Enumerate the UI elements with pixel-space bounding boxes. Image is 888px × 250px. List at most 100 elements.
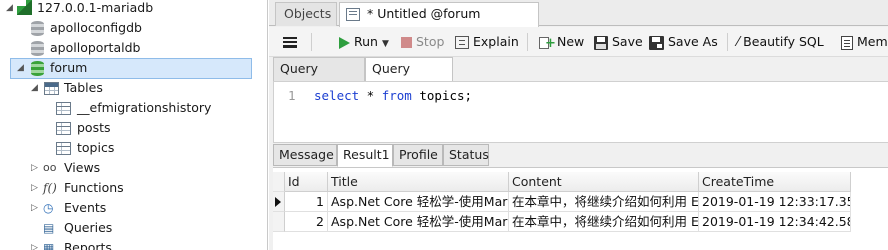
column-header-label: Id (288, 174, 300, 189)
current-row-arrow-icon (275, 197, 281, 207)
tab-message[interactable]: Message (273, 144, 337, 166)
tree-db-forum[interactable]: ◢ forum (0, 58, 267, 78)
table-label: posts (77, 120, 111, 135)
tree-table-topics[interactable]: topics (0, 138, 267, 158)
queries-icon: ▤ (43, 221, 55, 235)
expand-arrow-icon[interactable]: ▷ (31, 244, 39, 250)
save-as-button[interactable]: Save As (649, 32, 718, 52)
sql-star: * (359, 88, 382, 103)
save-label: Save (612, 34, 643, 49)
query-pane: Objects * Untitled @forum (127.0.0... Ru… (269, 0, 888, 250)
tree-db-apolloportaldb[interactable]: apolloportaldb (0, 38, 267, 58)
memo-button[interactable]: Mem (841, 32, 888, 52)
editor-mode-tabs: Query Builder Query Editor (273, 57, 888, 98)
sql-code-line[interactable]: select * from topics; (314, 88, 472, 103)
events-clock-icon: ◷ (43, 201, 54, 215)
tab-result1[interactable]: Result1 (337, 144, 393, 167)
tree-connection[interactable]: ◢ 127.0.0.1-mariadb (0, 0, 267, 18)
tables-folder-icon (44, 82, 59, 95)
tree-table-efmigrationshistory[interactable]: __efmigrationshistory (0, 98, 267, 118)
table-cell[interactable]: 在本章中，将继续介绍如何利用 EF (509, 192, 699, 212)
tree-views[interactable]: ▷ oo Views (0, 158, 267, 178)
tree-queries[interactable]: ▤ Queries (0, 218, 267, 238)
tree-tables[interactable]: ◢ Tables (0, 78, 267, 98)
column-header-content[interactable]: Content (509, 172, 699, 192)
cell-title: Asp.Net Core 轻松学-使用MariaDB (331, 194, 508, 209)
table-cell[interactable]: 在本章中，将继续介绍如何利用 EF (509, 212, 699, 232)
row-indicator[interactable] (273, 192, 285, 212)
grid-corner (273, 172, 285, 192)
tree-functions[interactable]: ▷ f() Functions (0, 178, 267, 198)
column-header-label: Content (512, 174, 562, 189)
sql-keyword-from: from (381, 88, 412, 103)
new-label: New (557, 34, 585, 49)
navicat-window: ◢ 127.0.0.1-mariadb apolloconfigdb apoll… (0, 0, 888, 250)
functions-label: Functions (64, 180, 124, 195)
collapse-arrow-icon[interactable]: ◢ (17, 64, 25, 73)
expand-arrow-icon[interactable]: ▷ (31, 164, 39, 173)
views-label: Views (64, 160, 101, 175)
tab-query-builder[interactable]: Query Builder (273, 57, 365, 98)
table-cell[interactable]: 2019-01-19 12:33:17.3577 (699, 192, 851, 212)
tree-events[interactable]: ▷ ◷ Events (0, 198, 267, 218)
table-cell[interactable]: 2019-01-19 12:34:42.5876 (699, 212, 851, 232)
sql-table-name: topics; (411, 88, 473, 103)
save-button[interactable]: Save (594, 32, 643, 52)
cell-id: 2 (316, 214, 324, 229)
tab-profile[interactable]: Profile (393, 144, 443, 166)
status-label: Status (449, 147, 489, 162)
column-header-label: CreateTime (702, 174, 775, 189)
table-icon (56, 142, 71, 155)
memo-label: Mem (857, 34, 888, 49)
cell-createtime: 2019-01-19 12:33:17.3577 (702, 194, 850, 209)
column-header-id[interactable]: Id (285, 172, 328, 192)
save-as-label: Save As (668, 34, 718, 49)
table-icon (56, 122, 71, 135)
new-query-button[interactable]: + New (539, 32, 584, 52)
cell-createtime: 2019-01-19 12:34:42.5876 (702, 214, 850, 229)
run-dropdown-icon[interactable]: ▼ (382, 39, 389, 49)
table-cell[interactable]: 2 (285, 212, 328, 232)
collapse-arrow-icon[interactable]: ◢ (31, 84, 39, 93)
explain-label: Explain (473, 34, 519, 49)
database-icon (31, 41, 44, 56)
column-header-title[interactable]: Title (328, 172, 509, 192)
result1-label: Result1 (343, 147, 390, 162)
row-indicator[interactable] (273, 212, 285, 232)
tab-objects-label: Objects (284, 6, 332, 21)
tab-query[interactable]: * Untitled @forum (127.0.0... (339, 2, 539, 43)
table-cell[interactable]: Asp.Net Core 轻松学-使用MariaDB (328, 212, 509, 232)
expand-arrow-icon[interactable]: ▷ (31, 204, 39, 213)
function-icon: f() (43, 181, 57, 195)
tables-label: Tables (64, 80, 103, 95)
expand-arrow-icon[interactable]: ▷ (31, 184, 39, 193)
database-label: forum (50, 60, 88, 75)
tree-reports[interactable]: ▷ ▦ Reports (0, 238, 267, 250)
column-header-createtime[interactable]: CreateTime (699, 172, 851, 192)
table-cell[interactable]: 1 (285, 192, 328, 212)
stop-square-icon (401, 37, 412, 48)
reports-label: Reports (64, 240, 112, 250)
connection-label: 127.0.0.1-mariadb (37, 0, 154, 15)
toolbar-separator (527, 33, 528, 51)
tab-objects[interactable]: Objects (275, 2, 337, 26)
run-play-icon (339, 36, 350, 49)
stop-button[interactable]: Stop (401, 32, 444, 52)
run-button[interactable]: Run ▼ (339, 32, 389, 52)
tree-db-apolloconfigdb[interactable]: apolloconfigdb (0, 18, 267, 38)
sql-editor[interactable]: 1 select * from topics; (273, 81, 888, 143)
tree-table-posts[interactable]: posts (0, 118, 267, 138)
run-label: Run (354, 34, 378, 49)
cell-title: Asp.Net Core 轻松学-使用MariaDB (331, 214, 508, 229)
tab-query-editor[interactable]: Query Editor (365, 57, 453, 98)
table-cell[interactable]: Asp.Net Core 轻松学-使用MariaDB (328, 192, 509, 212)
tab-status[interactable]: Status (443, 144, 489, 166)
menu-button[interactable] (283, 32, 297, 52)
beautify-sql-button[interactable]: ⁄ Beautify SQL (737, 32, 824, 52)
explain-button[interactable]: Explain (455, 32, 519, 52)
collapse-arrow-icon[interactable]: ◢ (6, 4, 14, 13)
toolbar-separator (311, 33, 312, 51)
cell-id: 1 (316, 194, 324, 209)
cell-content: 在本章中，将继续介绍如何利用 EF (512, 194, 699, 209)
result-grid[interactable]: Id Title Content CreateTime 1 Asp.Net Co… (273, 167, 888, 250)
